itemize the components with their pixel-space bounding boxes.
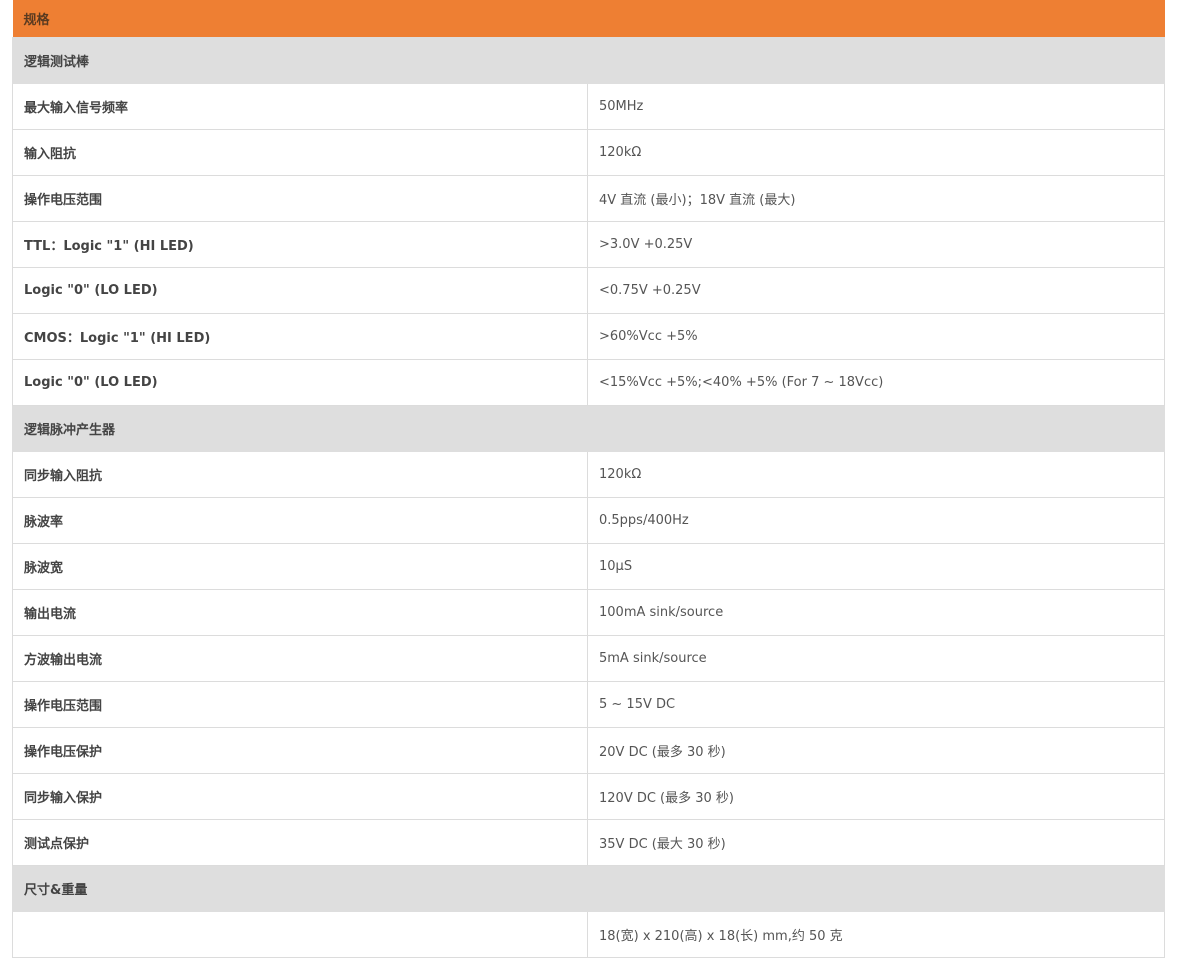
spec-value: <15%Vcc +5%;<40% +5% (For 7 ~ 18Vcc) — [587, 359, 1166, 406]
table-row: 脉波率 0.5pps/400Hz — [12, 497, 1166, 544]
table-row: 输出电流 100mA sink/source — [12, 589, 1166, 636]
table-row: 同步输入阻抗 120kΩ — [12, 451, 1166, 498]
spec-table-body: 规格 逻辑测试棒 最大输入信号频率 50MHz 输入阻抗 120kΩ 操作电压范围 4V 直… — [11, 0, 1166, 958]
section-heading: 尺寸&重量 — [11, 864, 1166, 912]
spec-label: 输入阻抗 — [12, 129, 588, 176]
spec-title-row: 规格 — [12, 0, 1165, 37]
section-heading: 逻辑脉冲产生器 — [11, 404, 1166, 452]
spec-label: 输出电流 — [12, 589, 588, 636]
spec-label: Logic "0" (LO LED) — [12, 359, 588, 406]
table-row: 同步输入保护 120V DC (最多 30 秒) — [12, 773, 1166, 820]
spec-label: 脉波率 — [12, 497, 588, 544]
table-row: CMOS：Logic "1" (HI LED) >60%Vcc +5% — [12, 313, 1166, 360]
table-row: 操作电压范围 4V 直流 (最小)；18V 直流 (最大) — [12, 175, 1166, 222]
table-row: 测试点保护 35V DC (最大 30 秒) — [12, 819, 1166, 866]
spec-value: >60%Vcc +5% — [587, 313, 1166, 360]
spec-label: Logic "0" (LO LED) — [12, 267, 588, 314]
spec-label — [12, 911, 588, 958]
spec-value: 120kΩ — [587, 451, 1166, 498]
spec-value: 18(宽) x 210(高) x 18(长) mm,约 50 克 — [587, 911, 1166, 958]
table-row: 操作电压保护 20V DC (最多 30 秒) — [12, 727, 1166, 774]
spec-value: <0.75V +0.25V — [587, 267, 1166, 314]
spec-value: 5mA sink/source — [587, 635, 1166, 682]
spec-label: 脉波宽 — [12, 543, 588, 590]
spec-value: 5 ~ 15V DC — [587, 681, 1166, 728]
section-header-row: 逻辑测试棒 — [11, 36, 1166, 84]
spec-value: 50MHz — [587, 83, 1166, 130]
spec-value: 10μS — [587, 543, 1166, 590]
section-header-row: 逻辑脉冲产生器 — [11, 404, 1166, 452]
spec-label: 测试点保护 — [12, 819, 588, 866]
spec-label: 方波输出电流 — [12, 635, 588, 682]
spec-label: 最大输入信号频率 — [12, 83, 588, 130]
spec-title: 规格 — [12, 0, 1165, 37]
spec-label: 同步输入阻抗 — [12, 451, 588, 498]
spec-value: 35V DC (最大 30 秒) — [587, 819, 1166, 866]
spec-value: 120V DC (最多 30 秒) — [587, 773, 1166, 820]
spec-value: >3.0V +0.25V — [587, 221, 1166, 268]
table-row: 最大输入信号频率 50MHz — [12, 83, 1166, 130]
spec-value: 100mA sink/source — [587, 589, 1166, 636]
spec-label: 操作电压范围 — [12, 175, 588, 222]
table-row: 输入阻抗 120kΩ — [12, 129, 1166, 176]
spec-value: 4V 直流 (最小)；18V 直流 (最大) — [587, 175, 1166, 222]
table-row: 方波输出电流 5mA sink/source — [12, 635, 1166, 682]
spec-label: 操作电压范围 — [12, 681, 588, 728]
spec-label: TTL：Logic "1" (HI LED) — [12, 221, 588, 268]
table-row: 18(宽) x 210(高) x 18(长) mm,约 50 克 — [12, 911, 1166, 958]
spec-label: 同步输入保护 — [12, 773, 588, 820]
section-heading: 逻辑测试棒 — [11, 36, 1166, 84]
table-row: 操作电压范围 5 ~ 15V DC — [12, 681, 1166, 728]
spec-value: 20V DC (最多 30 秒) — [587, 727, 1166, 774]
spec-label: 操作电压保护 — [12, 727, 588, 774]
table-row: Logic "0" (LO LED) <0.75V +0.25V — [12, 267, 1166, 314]
section-header-row: 尺寸&重量 — [11, 864, 1166, 912]
spec-label: CMOS：Logic "1" (HI LED) — [12, 313, 588, 360]
table-row: 脉波宽 10μS — [12, 543, 1166, 590]
table-row: TTL：Logic "1" (HI LED) >3.0V +0.25V — [12, 221, 1166, 268]
spec-value: 0.5pps/400Hz — [587, 497, 1166, 544]
table-row: Logic "0" (LO LED) <15%Vcc +5%;<40% +5% (… — [12, 359, 1166, 406]
spec-table: 规格 逻辑测试棒 最大输入信号频率 50MHz 输入阻抗 120kΩ 操作电压范围 4V 直… — [11, 0, 1166, 958]
spec-value: 120kΩ — [587, 129, 1166, 176]
